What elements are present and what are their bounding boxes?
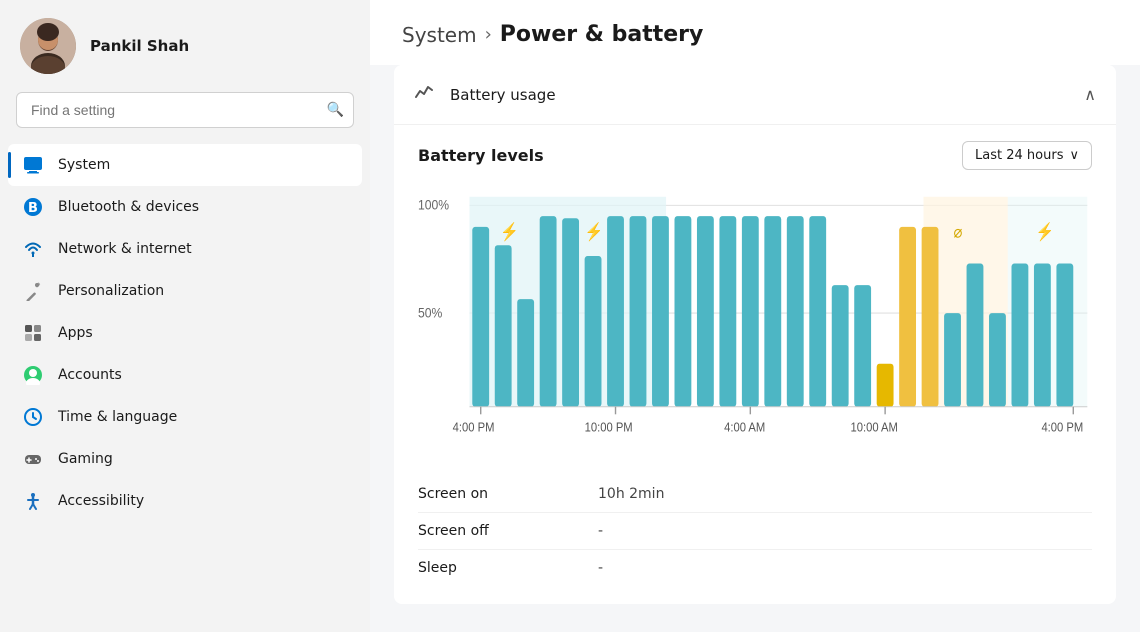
screen-on-value: 10h 2min [598,482,1092,506]
battery-chart-svg: 100% 50% [418,186,1092,466]
svg-text:⚡: ⚡ [500,222,519,243]
battery-usage-title: Battery usage [450,86,556,104]
screen-off-label: Screen off [418,519,598,543]
sidebar-item-apps-label: Apps [58,325,93,341]
time-filter-dropdown[interactable]: Last 24 hours ∨ [962,141,1092,170]
sidebar-item-network-label: Network & internet [58,241,192,257]
main-content: System › Power & battery Battery usage ∧ [370,0,1140,632]
sidebar-item-accessibility-label: Accessibility [58,493,144,509]
svg-text:⚡: ⚡ [1036,222,1055,243]
battery-stats: Screen on 10h 2min Screen off - Sleep - [418,482,1092,580]
svg-text:⌀: ⌀ [953,224,962,242]
nav-list: System B Bluetooth & devices Network & [0,140,370,632]
svg-text:B: B [28,201,38,216]
search-input[interactable] [16,92,354,128]
time-icon [22,406,44,428]
sidebar-item-personalization[interactable]: Personalization [8,270,362,312]
svg-text:⚡: ⚡ [585,222,604,243]
bluetooth-icon: B [22,196,44,218]
sidebar-item-system[interactable]: System [8,144,362,186]
network-icon [22,238,44,260]
sidebar: Pankil Shah 🔍 System B Bluetoot [0,0,370,632]
sleep-label: Sleep [418,556,598,580]
apps-icon [22,322,44,344]
sidebar-item-bluetooth[interactable]: B Bluetooth & devices [8,186,362,228]
battery-levels-title: Battery levels [418,146,544,165]
user-profile[interactable]: Pankil Shah [0,0,370,92]
accessibility-icon [22,490,44,512]
battery-usage-icon [414,81,436,108]
sidebar-item-time-label: Time & language [58,409,177,425]
svg-text:10:00 PM: 10:00 PM [585,420,633,435]
battery-usage-panel: Battery usage ∧ Battery levels Last 24 h… [394,65,1116,604]
breadcrumb-separator: › [485,24,492,45]
search-icon: 🔍 [327,102,344,118]
breadcrumb: System › Power & battery [370,0,1140,65]
gaming-icon [22,448,44,470]
sidebar-item-accessibility[interactable]: Accessibility [8,480,362,522]
sleep-value: - [598,556,1092,580]
screen-on-label: Screen on [418,482,598,506]
battery-usage-panel-header[interactable]: Battery usage ∧ [394,65,1116,124]
svg-text:100%: 100% [418,197,449,213]
breadcrumb-parent: System [402,23,477,47]
sidebar-item-accounts-label: Accounts [58,367,122,383]
svg-text:4:00 AM: 4:00 AM [724,420,765,435]
panel-header-left: Battery usage [414,81,556,108]
time-filter-label: Last 24 hours [975,148,1063,163]
sidebar-item-apps[interactable]: Apps [8,312,362,354]
search-box[interactable]: 🔍 [16,92,354,128]
accounts-icon [22,364,44,386]
sidebar-item-gaming-label: Gaming [58,451,113,467]
svg-text:4:00 PM: 4:00 PM [1041,420,1083,435]
sidebar-item-personalization-label: Personalization [58,283,164,299]
panel-body: Battery levels Last 24 hours ∨ 100% 50% [394,124,1116,604]
system-icon [22,154,44,176]
svg-text:4:00 PM: 4:00 PM [453,420,495,435]
svg-text:10:00 AM: 10:00 AM [850,420,897,435]
svg-text:50%: 50% [418,305,443,321]
battery-levels-header: Battery levels Last 24 hours ∨ [418,141,1092,170]
battery-chart: 100% 50% [418,186,1092,466]
panel-collapse-icon: ∧ [1084,85,1096,104]
sidebar-item-gaming[interactable]: Gaming [8,438,362,480]
sidebar-item-network[interactable]: Network & internet [8,228,362,270]
avatar [20,18,76,74]
screen-off-value: - [598,519,1092,543]
sidebar-item-system-label: System [58,157,110,173]
user-name: Pankil Shah [90,37,189,55]
breadcrumb-current: Power & battery [500,22,704,47]
sidebar-item-accounts[interactable]: Accounts [8,354,362,396]
personalization-icon [22,280,44,302]
sidebar-item-time[interactable]: Time & language [8,396,362,438]
time-filter-chevron-icon: ∨ [1069,148,1079,163]
sidebar-item-bluetooth-label: Bluetooth & devices [58,199,199,215]
content-area: Battery usage ∧ Battery levels Last 24 h… [370,65,1140,632]
